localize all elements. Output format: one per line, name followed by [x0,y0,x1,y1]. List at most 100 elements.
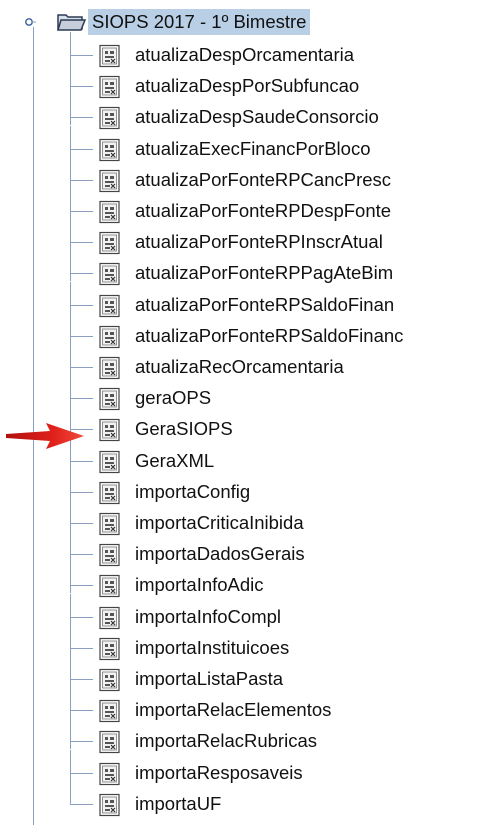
tree-item[interactable]: atualizaDespPorSubfuncao [0,63,492,102]
tree-item-label[interactable]: atualizaDespOrcamentaria [135,43,354,67]
tree-item[interactable]: atualizaRecOrcamentaria [0,344,492,383]
document-icon [98,138,122,162]
tree-branch-vertical [70,344,71,375]
tree-item[interactable]: importaInfoCompl [0,593,492,633]
tree-item-label[interactable]: atualizaDespPorSubfuncao [135,74,359,98]
tree-branch-vertical [70,125,71,157]
tree-item[interactable]: importaUF [0,780,492,820]
tree-root-label[interactable]: SIOPS 2017 - 1º Bimestre [88,9,311,35]
document-icon [98,762,122,786]
tree-branch-line [71,242,93,244]
document-icon [98,450,122,474]
tree-item[interactable]: importaResposaveis [0,749,492,789]
tree-branch-line [71,679,93,680]
tree-item[interactable]: importaCriticaInibida [0,500,492,539]
tree-item-label[interactable]: importaInfoCompl [135,605,281,629]
tree-branch-vertical [70,468,71,500]
tree-branch-vertical [70,531,71,563]
tree-item-label[interactable]: atualizaExecFinancPorBloco [135,137,371,161]
tree-item-label[interactable]: geraOPS [135,386,211,410]
tree-item[interactable]: atualizaPorFonteRPPagAteBim [0,250,492,289]
tree-item-label[interactable]: importaConfig [135,480,250,504]
tree-item[interactable]: importaRelacElementos [0,687,492,726]
tree-item-label[interactable]: importaRelacRubricas [135,729,317,753]
document-icon [98,481,122,505]
tree-branch-line [71,211,93,212]
tree-item-label[interactable]: atualizaPorFonteRPSaldoFinanc [135,324,403,348]
document-icon [98,169,122,193]
tree-item-label[interactable]: atualizaDespSaudeConsorcio [135,105,379,129]
tree-item[interactable]: importaInstituicoes [0,624,492,664]
tree-branch-line [71,86,93,88]
tree-branch-line [71,523,93,524]
tree-branch-vertical [70,749,71,781]
tree-branch-vertical [70,562,71,594]
tree-item-label[interactable]: importaRelacElementos [135,698,331,722]
tree-item[interactable]: atualizaPorFonteRPCancPresc [0,156,492,196]
folder-open-icon [56,11,86,33]
tree-item-label[interactable]: importaInfoAdic [135,573,264,597]
tree-item[interactable]: importaDadosGerais [0,531,492,570]
tree-branch-line [71,367,93,368]
document-icon [98,325,122,349]
tree-branch-line [71,616,93,618]
tree-branch-vertical [70,656,71,687]
tree-item-label[interactable]: atualizaPorFonteRPPagAteBim [135,261,393,285]
tree-item-label[interactable]: importaUF [135,792,221,816]
tree-item[interactable]: atualizaPorFonteRPSaldoFinanc [0,312,492,352]
tree-item[interactable]: atualizaDespSaudeConsorcio [0,94,492,133]
tree-root-node[interactable]: SIOPS 2017 - 1º Bimestre [22,8,311,36]
tree-item-label[interactable]: importaResposaveis [135,761,303,785]
tree-item[interactable]: atualizaPorFonteRPDespFonte [0,188,492,227]
tree-branch-line [71,273,93,275]
tree-item-label[interactable]: GeraXML [135,449,214,473]
tree-item[interactable]: atualizaPorFonteRPInscrAtual [0,219,492,258]
tree-branch-line [71,304,93,306]
document-icon [98,699,122,723]
tree-item-label[interactable]: importaDadosGerais [135,542,305,566]
tree-item[interactable]: importaRelacRubricas [0,718,492,757]
tree-item-label[interactable]: importaListaPasta [135,667,283,691]
tree-branch-vertical [70,219,71,251]
document-icon [98,730,122,754]
document-icon [98,606,122,630]
tree-branch-vertical [70,94,71,126]
tree-branch-line [71,117,93,119]
tree-branch-line [71,460,93,462]
tree-branch-line [71,554,93,556]
document-icon [98,793,122,817]
tree-item[interactable]: atualizaPorFonteRPSaldoFinan [0,281,492,321]
document-icon [98,231,122,255]
document-icon [98,262,122,286]
document-icon [98,418,122,442]
tree-branch-line [71,772,93,774]
tree-item-label[interactable]: importaInstituicoes [135,636,289,660]
tree-branch-vertical [70,281,71,313]
tree-item-label[interactable]: atualizaPorFonteRPCancPresc [135,168,391,192]
tree-item-label[interactable]: atualizaRecOrcamentaria [135,355,344,379]
tree-branch-vertical [70,780,71,805]
tree-item-label[interactable]: atualizaPorFonteRPInscrAtual [135,230,383,254]
tree-item[interactable]: geraOPS [0,375,492,414]
tree-item[interactable]: importaListaPasta [0,656,492,695]
document-icon [98,200,122,224]
tree-item-label[interactable]: GeraSIOPS [135,417,233,441]
tree-branch-vertical [70,375,71,407]
red-arrow-icon [6,423,84,449]
tree-item-label[interactable]: atualizaPorFonteRPDespFonte [135,199,391,223]
tree-branch-vertical [70,156,71,188]
tree-item-label[interactable]: atualizaPorFonteRPSaldoFinan [135,293,394,317]
tree-branch-line [71,710,93,712]
tree-branch-vertical [70,312,71,344]
tree-branch-vertical [70,593,71,625]
tree-branch-line [71,335,93,337]
document-icon [98,44,122,68]
tree-item[interactable]: importaInfoAdic [0,562,492,601]
tree-item[interactable]: importaConfig [0,468,492,508]
tree-item[interactable]: atualizaExecFinancPorBloco [0,125,492,165]
tree-item[interactable]: atualizaDespOrcamentaria [0,32,492,71]
tree-item-label[interactable]: importaCriticaInibida [135,511,304,535]
expand-toggle-icon[interactable] [22,15,36,29]
tree-branch-line [71,585,93,587]
tree-branch-vertical [70,687,71,719]
